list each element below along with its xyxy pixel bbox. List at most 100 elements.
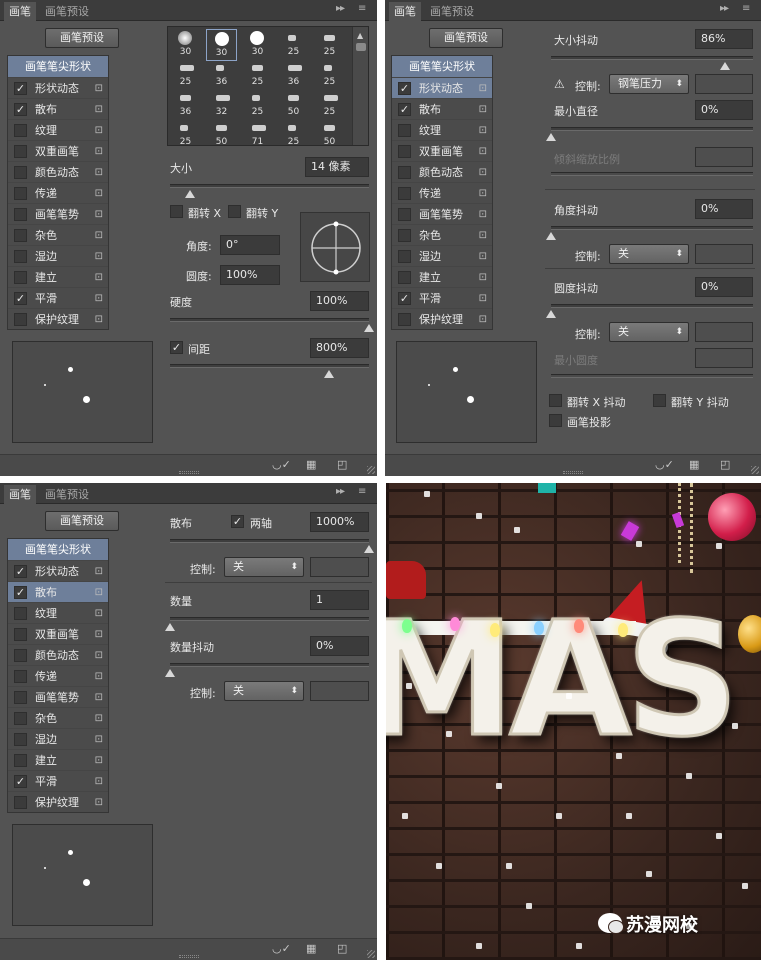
lock-icon[interactable]: ⊡ bbox=[95, 288, 103, 309]
list-item[interactable]: 保护纹理 ⊡ bbox=[8, 791, 108, 812]
tab-brush[interactable]: 画笔 bbox=[4, 485, 36, 504]
new-preset-icon[interactable]: ◰ bbox=[720, 458, 730, 471]
lock-icon[interactable]: ⊡ bbox=[95, 771, 103, 792]
roundness-jitter-slider[interactable] bbox=[546, 304, 753, 318]
list-item-checkbox[interactable] bbox=[398, 250, 411, 263]
list-item-checkbox[interactable] bbox=[14, 796, 27, 809]
list-item[interactable]: 建立 ⊡ bbox=[8, 749, 108, 770]
panel-menu-icon[interactable]: ≡ bbox=[358, 486, 366, 497]
list-item-checkbox[interactable] bbox=[14, 208, 27, 221]
lock-icon[interactable]: ⊡ bbox=[95, 645, 103, 666]
list-item[interactable]: ✓ 平滑 ⊡ bbox=[392, 287, 492, 308]
brush-tip[interactable]: 25 bbox=[242, 89, 273, 121]
lock-icon[interactable]: ⊡ bbox=[95, 183, 103, 204]
list-item[interactable]: 双重画笔 ⊡ bbox=[8, 140, 108, 161]
panel-menu-icon[interactable]: ≡ bbox=[742, 3, 750, 14]
brush-tip[interactable]: 25 bbox=[278, 119, 309, 145]
hardness-field[interactable]: 100% bbox=[310, 291, 369, 311]
lock-icon[interactable]: ⊡ bbox=[95, 624, 103, 645]
list-item[interactable]: 传递 ⊡ bbox=[8, 182, 108, 203]
list-item-brush-tip-shape[interactable]: 画笔笔尖形状 bbox=[8, 539, 108, 560]
flip-x-jitter-checkbox[interactable] bbox=[549, 394, 562, 407]
spacing-slider-thumb[interactable] bbox=[324, 370, 335, 378]
resize-grip[interactable] bbox=[178, 955, 199, 958]
resize-grip[interactable] bbox=[178, 471, 199, 474]
hardness-slider-thumb[interactable] bbox=[364, 324, 374, 332]
new-preset-icon[interactable]: ◰ bbox=[337, 942, 347, 955]
list-item[interactable]: ✓ 平滑 ⊡ bbox=[8, 287, 108, 308]
list-item-checkbox[interactable] bbox=[14, 712, 27, 725]
flip-y-jitter-checkbox[interactable] bbox=[653, 394, 666, 407]
list-item-checkbox[interactable] bbox=[14, 628, 27, 641]
size-field[interactable]: 14 像素 bbox=[305, 157, 369, 177]
angle-jitter-slider-thumb[interactable] bbox=[546, 232, 556, 240]
angle-jitter-field[interactable]: 0% bbox=[695, 199, 753, 219]
list-item[interactable]: 画笔笔势 ⊡ bbox=[8, 686, 108, 707]
lock-icon[interactable]: ⊡ bbox=[95, 225, 103, 246]
list-item-checkbox[interactable] bbox=[398, 145, 411, 158]
list-item-checkbox[interactable] bbox=[14, 649, 27, 662]
list-item[interactable]: 湿边 ⊡ bbox=[392, 245, 492, 266]
list-item-checkbox[interactable] bbox=[398, 208, 411, 221]
list-item-checkbox[interactable]: ✓ bbox=[398, 82, 411, 95]
list-item-checkbox[interactable]: ✓ bbox=[14, 103, 27, 116]
spacing-field[interactable]: 800% bbox=[310, 338, 369, 358]
brush-projection-checkbox[interactable] bbox=[549, 414, 562, 427]
list-item[interactable]: 保护纹理 ⊡ bbox=[392, 308, 492, 329]
new-preset-icon[interactable]: ◰ bbox=[337, 458, 347, 471]
lock-icon[interactable]: ⊡ bbox=[95, 687, 103, 708]
list-item-brush-tip-shape[interactable]: 画笔笔尖形状 bbox=[8, 56, 108, 77]
lock-icon[interactable]: ⊡ bbox=[479, 225, 487, 246]
list-item-checkbox[interactable] bbox=[14, 313, 27, 326]
lock-icon[interactable]: ⊡ bbox=[479, 204, 487, 225]
list-item-checkbox[interactable] bbox=[14, 166, 27, 179]
lock-icon[interactable]: ⊡ bbox=[95, 141, 103, 162]
tab-brush-presets[interactable]: 画笔预设 bbox=[40, 485, 94, 504]
brush-tip[interactable]: 30 bbox=[170, 29, 201, 61]
min-diameter-field[interactable]: 0% bbox=[695, 100, 753, 120]
lock-icon[interactable]: ⊡ bbox=[95, 78, 103, 99]
min-diameter-slider-thumb[interactable] bbox=[546, 133, 556, 141]
roundness-jitter-field[interactable]: 0% bbox=[695, 277, 753, 297]
list-item[interactable]: 杂色 ⊡ bbox=[392, 224, 492, 245]
panel-menu-icon[interactable]: ≡ bbox=[358, 3, 366, 14]
list-item-checkbox[interactable] bbox=[14, 754, 27, 767]
list-item[interactable]: 纹理 ⊡ bbox=[392, 119, 492, 140]
resize-corner-icon[interactable] bbox=[367, 466, 375, 474]
list-item-checkbox[interactable] bbox=[14, 124, 27, 137]
flip-x-checkbox[interactable] bbox=[170, 205, 183, 218]
list-item-checkbox[interactable] bbox=[398, 271, 411, 284]
list-item[interactable]: 传递 ⊡ bbox=[392, 182, 492, 203]
lock-icon[interactable]: ⊡ bbox=[95, 666, 103, 687]
resize-corner-icon[interactable] bbox=[367, 950, 375, 958]
lock-icon[interactable]: ⊡ bbox=[95, 729, 103, 750]
angle-control-select[interactable]: 关 ⬍ bbox=[609, 244, 689, 264]
list-item-checkbox[interactable]: ✓ bbox=[14, 565, 27, 578]
scatter-field[interactable]: 1000% bbox=[310, 512, 369, 532]
list-item[interactable]: 保护纹理 ⊡ bbox=[8, 308, 108, 329]
size-jitter-slider-thumb[interactable] bbox=[719, 62, 730, 70]
brush-presets-button[interactable]: 画笔预设 bbox=[45, 511, 119, 531]
list-item-checkbox[interactable] bbox=[14, 607, 27, 620]
spacing-checkbox[interactable]: ✓ bbox=[170, 341, 183, 354]
tab-brush-presets[interactable]: 画笔预设 bbox=[40, 2, 94, 21]
list-item[interactable]: 双重画笔 ⊡ bbox=[8, 623, 108, 644]
size-slider-thumb[interactable] bbox=[184, 190, 195, 198]
count-slider-thumb[interactable] bbox=[165, 623, 175, 631]
angle-field[interactable]: 0° bbox=[220, 235, 280, 255]
size-jitter-field[interactable]: 86% bbox=[695, 29, 753, 49]
brush-tip[interactable]: 25 bbox=[170, 119, 201, 145]
list-item[interactable]: 画笔笔势 ⊡ bbox=[392, 203, 492, 224]
list-item-checkbox[interactable] bbox=[14, 691, 27, 704]
list-item[interactable]: ✓ 形状动态 ⊡ bbox=[8, 560, 108, 581]
list-item-checkbox[interactable]: ✓ bbox=[398, 103, 411, 116]
lock-icon[interactable]: ⊡ bbox=[95, 267, 103, 288]
brush-tip[interactable]: 25 bbox=[278, 29, 309, 61]
list-item-checkbox[interactable] bbox=[14, 271, 27, 284]
both-axes-checkbox[interactable]: ✓ bbox=[231, 515, 244, 528]
roundness-field[interactable]: 100% bbox=[220, 265, 280, 285]
brush-tip[interactable]: 25 bbox=[242, 59, 273, 91]
list-item-checkbox[interactable] bbox=[398, 166, 411, 179]
list-item[interactable]: ✓ 平滑 ⊡ bbox=[8, 770, 108, 791]
list-item[interactable]: 湿边 ⊡ bbox=[8, 728, 108, 749]
